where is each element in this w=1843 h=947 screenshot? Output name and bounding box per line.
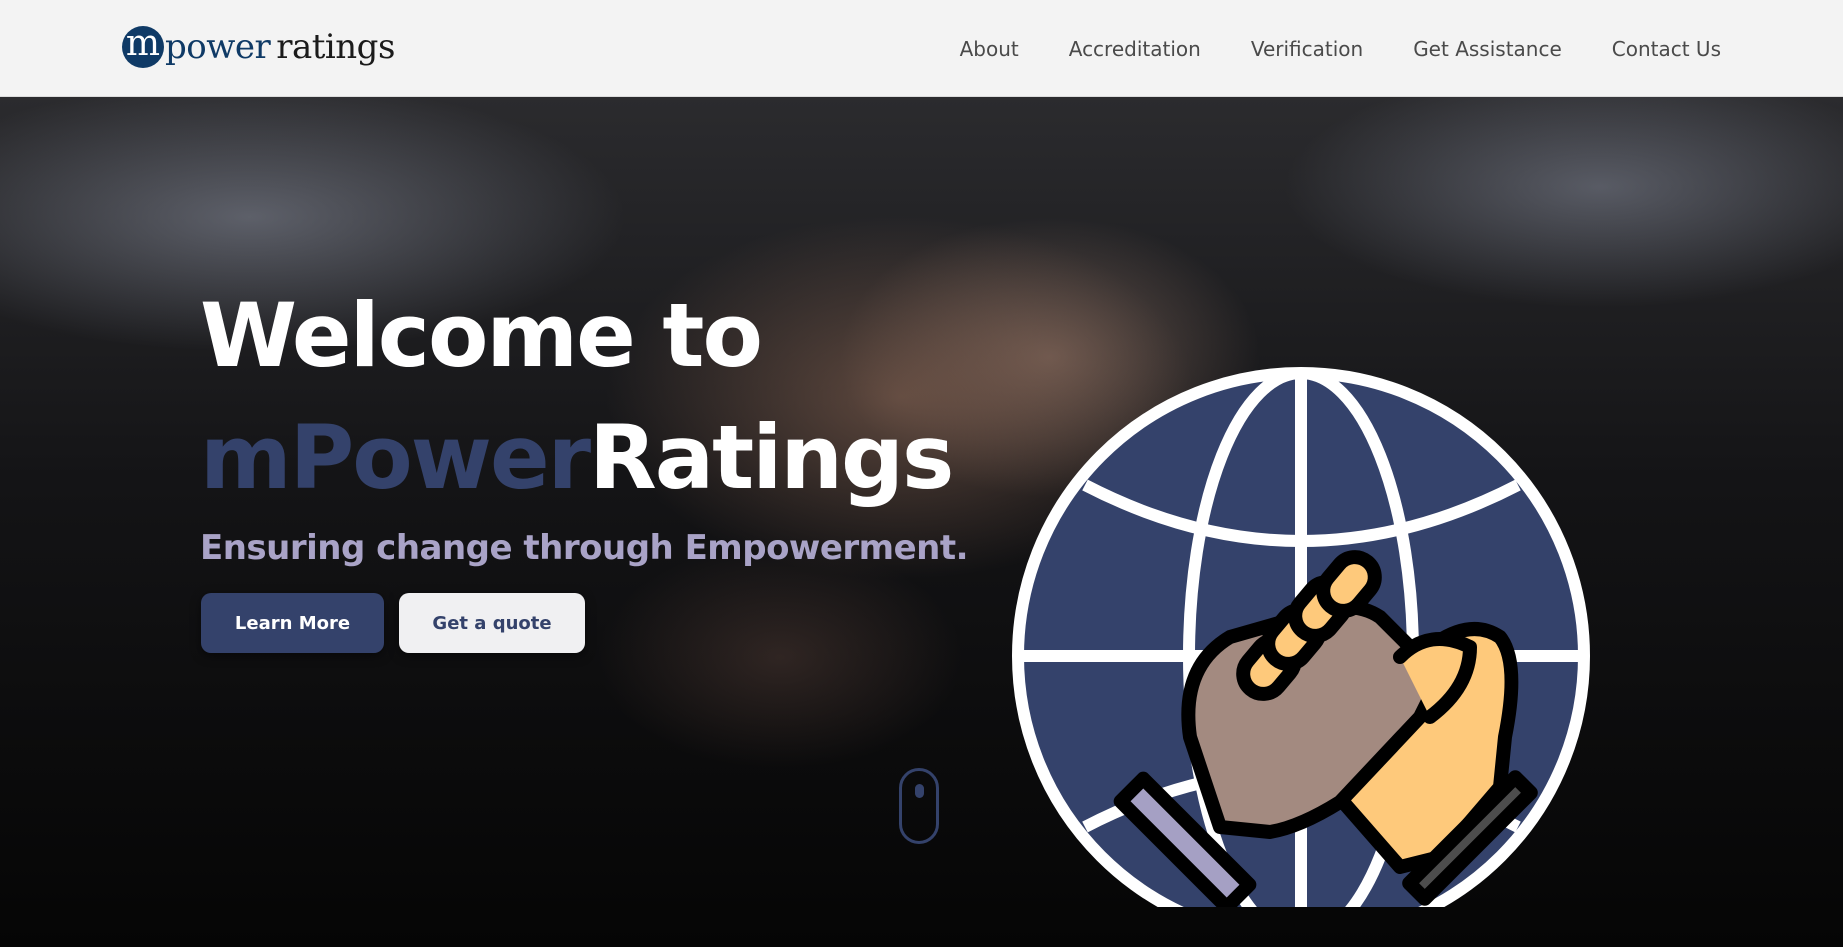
hero-title-rest: Ratings [589,406,954,509]
hero-title-accent: mPower [200,406,591,509]
logo-mark: m [122,26,164,68]
learn-more-button[interactable]: Learn More [201,593,384,653]
main-nav: About Accreditation Verification Get Ass… [960,0,1721,97]
nav-link-contact-us[interactable]: Contact Us [1612,37,1721,61]
hero-title: Welcome to mPowerRatings [200,275,954,519]
hero-tagline: Ensuring change through Empowerment. [200,528,969,568]
scroll-down-indicator[interactable] [899,768,939,844]
hero-section: Welcome to mPowerRatings Ensuring change… [0,97,1843,947]
globe-handshake-icon [1012,367,1590,907]
nav-link-get-assistance[interactable]: Get Assistance [1413,37,1562,61]
logo-text-ratings: ratings [276,27,395,67]
nav-link-accreditation[interactable]: Accreditation [1069,37,1201,61]
nav-link-verification[interactable]: Verification [1251,37,1363,61]
site-logo[interactable]: m power ratings [122,22,395,72]
get-a-quote-button[interactable]: Get a quote [399,593,585,653]
scroll-wheel-dot [915,784,924,798]
hero-title-line1: Welcome to [200,284,763,387]
top-navbar: m power ratings About Accreditation Veri… [0,0,1843,97]
nav-link-about[interactable]: About [960,37,1019,61]
logo-text-power: power [165,27,271,67]
